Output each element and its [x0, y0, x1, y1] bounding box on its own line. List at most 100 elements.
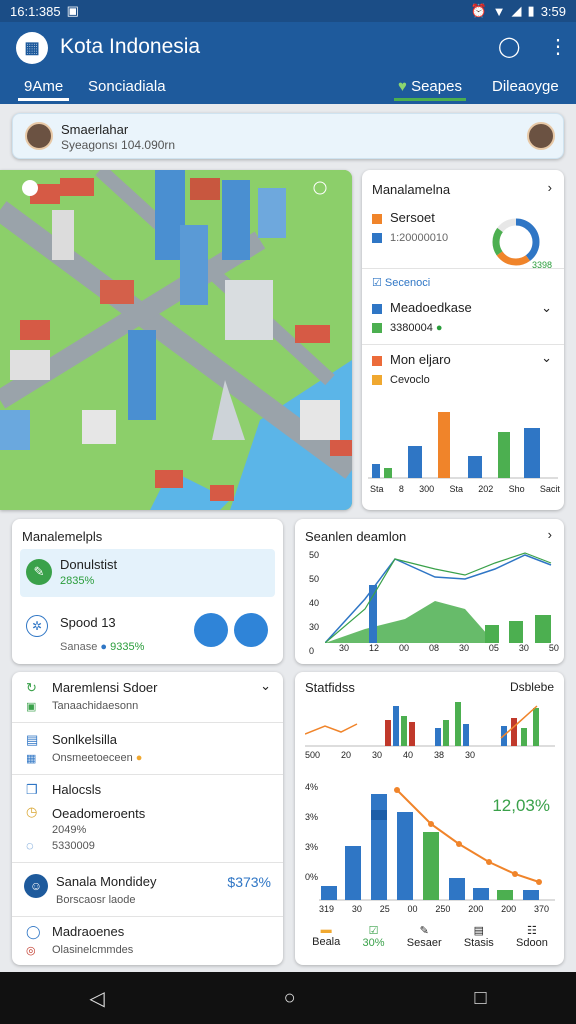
app-logo-icon: ▦	[16, 32, 48, 64]
system-nav-bar: ◁ ○ □	[0, 972, 576, 1024]
location-pin-icon: ♥	[398, 78, 412, 95]
legend-label: Secenoci	[384, 277, 431, 289]
person-icon: ☺	[24, 874, 48, 898]
line-chart-card: Seanlen deamlon › 50 50 40 30 0 30 12 00 08 30 05…	[295, 519, 564, 664]
calendar-icon: ▦	[26, 753, 37, 765]
x-axis: 30 12 00 08 30 05 30 50	[339, 643, 559, 653]
legend-value: Cevoclo	[390, 374, 430, 386]
stats-period[interactable]: Dsblebe	[510, 680, 554, 694]
city-map[interactable]	[0, 170, 352, 510]
status-time: 16:1:385	[10, 3, 61, 19]
tab-dialogue[interactable]: Dileaoyge	[492, 78, 559, 95]
profile-subtitle: Syeagonsı 104.090rn	[61, 138, 176, 152]
highlight-row[interactable]: ✎ Donulstist 2835%	[20, 549, 275, 597]
tab-scapes[interactable]: ♥ Seapes	[394, 78, 466, 101]
list-item-sub: Olasinelcmmdes	[52, 944, 134, 956]
stats-tab-beala[interactable]: ▬ Beala	[312, 924, 340, 949]
pen-icon: ✎	[419, 925, 429, 937]
check-icon: ☑	[372, 277, 385, 289]
list-item-sub: Borscaosr laode	[56, 894, 136, 906]
chevron-down-icon[interactable]: ⌄	[260, 678, 271, 694]
list-item-label[interactable]: Sonlkelsilla	[52, 732, 117, 747]
toggle-left-icon[interactable]	[194, 613, 228, 647]
profile-card[interactable]: Smaerlahar Syeagonsı 104.090rn	[12, 113, 564, 159]
app-title: Kota Indonesia	[60, 35, 201, 58]
item-label: Spood 13	[60, 615, 116, 630]
management-card: Manalemelpls ✎ Donulstist 2835% ✲ Spood …	[12, 519, 283, 664]
legend-label: Mon eljaro	[390, 352, 451, 367]
side-panel: Manalamelna › Sersoet 1:20000010 3398 ☑ …	[362, 170, 564, 510]
big-x-axis: 319 30 25 00 250 200 200 370	[319, 904, 549, 914]
alert-icon: ◎	[26, 945, 36, 957]
legend-label: Sersoet	[390, 210, 435, 225]
list-item-sub: Tanaachidaesonn	[52, 700, 139, 712]
signal-icon: ◢	[511, 3, 522, 18]
avatar	[25, 122, 53, 150]
gear-icon: ✲	[26, 615, 48, 637]
home-icon[interactable]: ○	[284, 987, 296, 1010]
search-icon: ◯	[26, 924, 41, 939]
chevron-right-icon[interactable]: ›	[548, 180, 552, 195]
people-icon: ☷	[527, 925, 537, 937]
map-marker-icon[interactable]	[22, 180, 38, 196]
tab-social[interactable]: Sonciadiala	[88, 78, 166, 95]
clock-icon: ◷	[26, 804, 38, 819]
avatar-right	[527, 122, 555, 150]
card-icon: ▤	[26, 732, 39, 747]
tab-scapes-label: Seapes	[411, 78, 462, 95]
document-icon: ▤	[473, 925, 485, 937]
city-map-illustration	[0, 170, 352, 510]
legend-value: 3380004	[390, 322, 433, 334]
profile-name: Smaerlahar	[61, 122, 129, 137]
item-sub: Sanase	[60, 641, 98, 653]
list-item-sub: Onsmeetoeceen	[52, 752, 133, 764]
app-bar: ▦ Kota Indonesia ◯ ⋮ 9Ame Sonciadiala ♥ …	[0, 22, 576, 104]
book-icon: ❒	[26, 782, 38, 797]
big-y-axis: 4% 3% 3% 0%	[305, 782, 319, 882]
list-item-label[interactable]: Madraoenes	[52, 924, 124, 939]
chevron-down-icon[interactable]: ⌄	[541, 350, 552, 366]
recents-icon[interactable]: □	[474, 987, 486, 1010]
notification-icon: ▣	[66, 3, 79, 18]
card-title: Seanlen deamlon	[305, 529, 407, 544]
alarm-icon: ⏰	[470, 3, 487, 18]
small-x-axis: 500 20 30 40 38 30	[305, 750, 475, 760]
list-item-label[interactable]: Halocsls	[52, 782, 101, 797]
small-combo-chart	[305, 702, 555, 747]
stats-tab-stasis[interactable]: ▤ Stasis	[464, 924, 494, 949]
status-right-time: 3:59	[540, 3, 566, 19]
chevron-down-icon[interactable]: ⌄	[541, 300, 552, 316]
info-icon: ◌	[26, 838, 34, 853]
y-axis: 50 50 40 30 0	[309, 550, 320, 656]
list-item-label[interactable]: Sanala Mondidey	[56, 874, 156, 889]
list-card: ↻ Maremlensi Sdoer ⌄ ▣ Tanaachidaesonn ▤…	[12, 672, 283, 965]
tab-home[interactable]: 9Ame	[17, 78, 70, 101]
item-value: 9335%	[110, 641, 145, 653]
account-icon[interactable]: ◯	[498, 34, 520, 59]
big-bar-chart	[319, 787, 555, 901]
tab-bar: 9Ame Sonciadiala ♥ Seapes Dileaoyge	[0, 74, 576, 104]
item-value: 2835%	[60, 575, 95, 587]
wifi-icon: ▼	[492, 3, 506, 19]
list-item-sub: 5330009	[52, 840, 95, 852]
stats-card: Statfidss Dsblebe 500 20 30 40 38 30 4% 3% 3% 0%…	[295, 672, 564, 965]
back-icon[interactable]: ◁	[89, 986, 104, 1011]
card-title: Statfidss	[305, 680, 355, 695]
side-panel-title: Manalamelna	[372, 182, 451, 197]
card-title: Manalemelpls	[22, 529, 103, 544]
stats-tab-sdoon[interactable]: ☷ Sdoon	[516, 924, 548, 949]
stats-tab-percent[interactable]: ☑ 30%	[362, 924, 384, 949]
list-item-label[interactable]: Maremlensi Sdoer	[52, 680, 158, 695]
item-label: Donulstist	[60, 557, 118, 572]
stats-tab-sesaer[interactable]: ✎ Sesaer	[407, 924, 442, 949]
refresh-icon: ↻	[26, 680, 37, 695]
chevron-right-icon[interactable]: ›	[548, 527, 552, 542]
more-menu-icon[interactable]: ⋮	[548, 34, 568, 59]
battery-icon: ▮	[527, 3, 535, 18]
list-item-label[interactable]: Oeadomeroents	[52, 806, 145, 821]
doc-icon: ▣	[26, 701, 37, 713]
list-item-sub: 2049%	[52, 824, 87, 836]
toggle-right-icon[interactable]	[234, 613, 268, 647]
line-area-chart	[325, 552, 552, 643]
chart-icon: ☑	[368, 925, 379, 937]
